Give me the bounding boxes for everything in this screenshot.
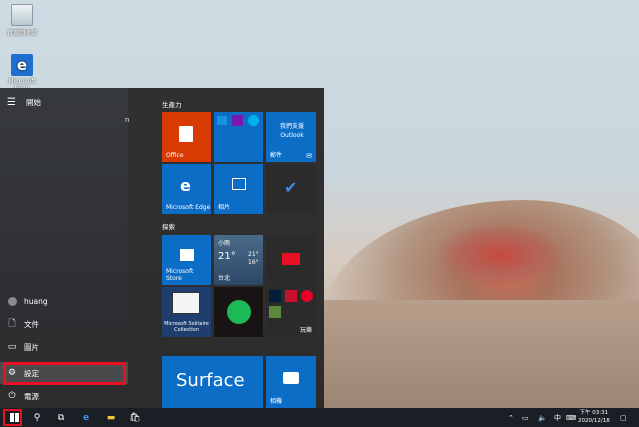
settings-highlight-box xyxy=(3,362,126,385)
tile-play-folder[interactable]: 玩樂 xyxy=(266,287,316,337)
store-bag-icon xyxy=(180,249,194,261)
sidebar-item-label: 圖片 xyxy=(24,342,39,352)
desktop-icon-recycle-bin[interactable]: 資源回收筒 xyxy=(0,4,44,37)
camera-icon xyxy=(283,372,299,384)
weather-high: 21° xyxy=(248,251,259,258)
sidebar-item-user[interactable]: huang xyxy=(0,290,128,312)
pinterest-icon xyxy=(301,290,313,302)
clock-time: 下午 03:31 xyxy=(579,410,609,416)
avatar xyxy=(8,296,17,306)
weather-condition: 小雨 xyxy=(218,240,231,247)
taskbar: ⚲ ⧉ e ▬ 🛍 ⌃ ▭ 🔈 中 ⌨ 下午 03:31 2020/12/18 … xyxy=(0,408,639,427)
search-icon[interactable]: ⚲ xyxy=(26,408,48,427)
keyboard-icon[interactable]: ⌨ xyxy=(566,408,576,427)
tile-todo[interactable]: ✔ xyxy=(266,164,316,214)
sidebar-item-label: 文件 xyxy=(24,319,39,329)
truncated-app-letter: n xyxy=(125,116,130,124)
edge-icon: e xyxy=(180,176,191,195)
tile-store[interactable]: Microsoft Store xyxy=(162,235,211,285)
user-name: huang xyxy=(24,296,48,306)
power-icon: ⏻ xyxy=(8,391,16,401)
start-menu-sidebar: ☰ 開始 huang 🗋 文件 ▭ 圖片 ⚙ 設定 ⏻ 電源 xyxy=(0,88,128,408)
skype-icon xyxy=(248,115,259,126)
tile-app-folder[interactable] xyxy=(214,112,263,162)
start-title: 開始 xyxy=(26,98,41,107)
tile-spotify[interactable] xyxy=(214,287,263,337)
picture-icon: ▭ xyxy=(7,342,17,352)
recycle-bin-icon xyxy=(11,4,33,26)
ime-indicator[interactable]: 中 xyxy=(554,408,561,427)
edge-icon: e xyxy=(11,54,33,76)
tile-label: 玩樂 xyxy=(299,327,312,334)
notification-icon[interactable]: ▢ xyxy=(620,408,627,427)
tile-label: 相機 xyxy=(270,398,283,405)
tile-edge[interactable]: e Microsoft Edge xyxy=(162,164,211,214)
onedrive-icon xyxy=(217,116,227,125)
game2-icon xyxy=(269,306,281,318)
tile-label: Office xyxy=(166,152,184,159)
checkmark-icon: ✔ xyxy=(284,178,298,197)
spotify-icon xyxy=(227,300,251,324)
tile-label: 郵件 xyxy=(270,152,283,159)
show-hidden-icons-chevron-icon[interactable]: ⌃ xyxy=(508,408,514,427)
document-icon: 🗋 xyxy=(8,319,16,329)
sidebar-item-pictures[interactable]: ▭ 圖片 xyxy=(0,336,128,358)
tile-weather[interactable]: 小雨 21° 21° 16° 台北 xyxy=(214,235,263,285)
start-button-highlight-box xyxy=(3,409,22,426)
tile-label: Microsoft Edge xyxy=(166,204,211,211)
sidebar-item-power[interactable]: ⏻ 電源 xyxy=(0,385,128,407)
photo-icon xyxy=(232,178,246,190)
hamburger-menu-icon[interactable]: ☰ xyxy=(7,97,16,108)
clock-date: 2020/12/18 xyxy=(578,418,610,424)
sidebar-item-documents[interactable]: 🗋 文件 xyxy=(0,313,128,335)
desktop-icon-edge[interactable]: e Microsoft Edge xyxy=(0,54,44,92)
group-label-explore: 探索 xyxy=(162,223,175,231)
tile-label: 台北 xyxy=(218,275,231,282)
onenote-icon xyxy=(232,115,243,126)
store-taskbar-icon[interactable]: 🛍 xyxy=(124,408,146,427)
weather-low: 16° xyxy=(248,259,259,266)
tile-photos[interactable]: 相片 xyxy=(214,164,263,214)
tile-label: Microsoft Store xyxy=(166,268,194,282)
cards-icon xyxy=(172,292,200,314)
task-view-icon[interactable]: ⧉ xyxy=(50,408,72,427)
tile-label: Microsoft Solitaire Collection xyxy=(164,321,209,333)
desktop-icon-label: 資源回收筒 xyxy=(6,30,37,37)
group-label-productivity: 生產力 xyxy=(162,101,182,109)
edge-taskbar-icon[interactable]: e xyxy=(75,408,97,427)
tile-camera[interactable]: 相機 xyxy=(266,356,316,408)
photoshop-icon xyxy=(269,290,281,302)
tile-mail[interactable]: 我們支援 Outlook 郵件 ✉ xyxy=(266,112,316,162)
file-explorer-icon[interactable]: ▬ xyxy=(100,408,122,427)
weather-temp: 21° xyxy=(218,251,236,262)
tile-solitaire[interactable]: Microsoft Solitaire Collection xyxy=(162,287,211,337)
tile-label: 相片 xyxy=(218,204,231,211)
volume-icon[interactable]: 🔈 xyxy=(538,408,547,427)
news-icon xyxy=(282,253,300,265)
network-icon[interactable]: ▭ xyxy=(522,408,529,427)
wallpaper-red-plants xyxy=(440,225,560,285)
tile-office[interactable]: Office xyxy=(162,112,211,162)
sidebar-item-label: 電源 xyxy=(24,391,39,401)
tile-news[interactable] xyxy=(266,235,316,285)
clock[interactable]: 下午 03:31 2020/12/18 xyxy=(578,409,610,425)
mail-icon: ✉ xyxy=(306,152,312,160)
office-icon xyxy=(179,126,193,142)
game-icon xyxy=(285,290,297,302)
wallpaper-ground xyxy=(322,300,639,410)
mail-tile-text: 我們支援 Outlook xyxy=(279,123,304,139)
surface-text: Surface xyxy=(176,370,245,391)
tile-surface[interactable]: Surface xyxy=(162,356,263,408)
